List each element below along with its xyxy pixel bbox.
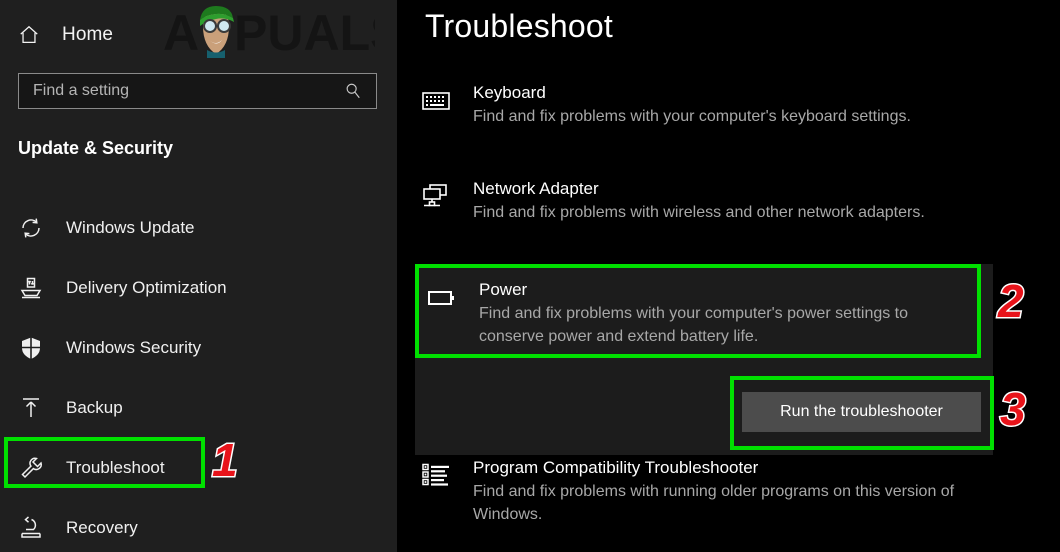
sidebar-item-label: Recovery: [66, 518, 138, 537]
page-title: Troubleshoot: [425, 8, 613, 44]
sidebar-item-windows-update[interactable]: Windows Update: [0, 198, 397, 258]
troubleshooter-description: Find and fix problems with wireless and …: [473, 204, 925, 221]
sidebar-item-label: Windows Update: [66, 218, 195, 237]
sidebar-item-recovery[interactable]: Recovery: [0, 498, 397, 552]
troubleshooter-description: Find and fix problems with your computer…: [479, 305, 909, 345]
settings-window: A PUALS Home Fin: [0, 0, 1060, 552]
troubleshooter-name: Network Adapter: [473, 179, 599, 198]
sidebar-item-label: Windows Security: [66, 338, 202, 357]
sidebar-section-title: Update & Security: [18, 138, 174, 158]
recovery-icon: [21, 516, 41, 538]
sidebar-item-backup[interactable]: Backup: [0, 378, 397, 438]
network-adapter-icon: [423, 184, 447, 207]
sidebar-nav: Windows Update Delivery Optimization Win…: [0, 198, 397, 552]
sync-icon: [22, 218, 40, 238]
sidebar: A PUALS Home Fin: [0, 0, 397, 552]
home-icon: [20, 25, 38, 43]
search-icon[interactable]: [344, 82, 362, 100]
sidebar-item-troubleshoot[interactable]: Troubleshoot: [0, 438, 397, 498]
keyboard-icon: [422, 92, 450, 110]
troubleshooter-power[interactable]: Power Find and fix problems with your co…: [427, 279, 972, 348]
sidebar-item-label: Troubleshoot: [66, 458, 165, 477]
search-input[interactable]: Find a setting: [18, 73, 377, 109]
wrench-icon: [21, 457, 42, 479]
sidebar-home[interactable]: Home: [0, 14, 397, 56]
sidebar-item-windows-security[interactable]: Windows Security: [0, 318, 397, 378]
troubleshooter-keyboard[interactable]: Keyboard Find and fix problems with your…: [421, 82, 961, 128]
troubleshooter-network-adapter[interactable]: Network Adapter Find and fix problems wi…: [421, 178, 966, 224]
battery-icon: [428, 291, 454, 305]
troubleshooter-name: Keyboard: [473, 83, 546, 102]
troubleshooter-name: Program Compatibility Troubleshooter: [473, 458, 759, 477]
troubleshooter-description: Find and fix problems with your computer…: [473, 108, 911, 125]
sidebar-home-label: Home: [62, 24, 114, 45]
run-troubleshooter-button[interactable]: Run the troubleshooter: [742, 392, 981, 432]
search-placeholder: Find a setting: [33, 82, 130, 99]
sidebar-item-delivery-optimization[interactable]: Delivery Optimization: [0, 258, 397, 318]
sidebar-item-label: Delivery Optimization: [66, 278, 227, 297]
troubleshooter-description: Find and fix problems with running older…: [473, 483, 955, 523]
list-icon: [422, 463, 449, 486]
sidebar-item-label: Backup: [66, 398, 123, 417]
upload-icon: [23, 398, 39, 417]
troubleshooter-program-compatibility[interactable]: Program Compatibility Troubleshooter Fin…: [421, 457, 966, 526]
troubleshooter-name: Power: [479, 280, 528, 299]
shield-icon: [22, 337, 40, 359]
delivery-icon: [20, 277, 42, 299]
